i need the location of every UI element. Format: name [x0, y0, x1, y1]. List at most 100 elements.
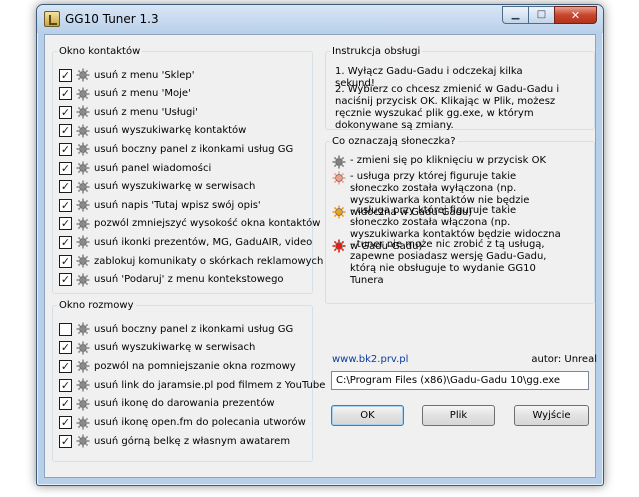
- option-checkbox[interactable]: ✓: [59, 378, 72, 392]
- option-row[interactable]: ✓ usuń wyszukiwarkę w serwisach: [59, 178, 255, 196]
- title-bar[interactable]: GG10 Tuner 1.3 ▁ □ ✕: [37, 5, 603, 33]
- option-label: usuń boczny panel z ikonkami usług GG: [94, 323, 294, 335]
- option-label: usuń boczny panel z ikonkami usług GG: [94, 143, 294, 155]
- sun-legend-item: - tuner nie może nic zrobić z tą usługą,…: [332, 239, 562, 287]
- option-checkbox[interactable]: ✓: [59, 87, 72, 101]
- option-checkbox[interactable]: ✓: [59, 68, 72, 82]
- gray-sun-icon: [76, 254, 90, 268]
- option-checkbox[interactable]: ✓: [59, 180, 72, 194]
- option-label: usuń link do jaramsie.pl pod filmem z Yo…: [94, 379, 326, 391]
- option-row[interactable]: ✓ usuń z menu 'Usługi': [59, 103, 198, 121]
- option-row[interactable]: ✓ zablokuj komunikaty o skórkach reklamow…: [59, 252, 323, 270]
- option-label: usuń z menu 'Usługi': [94, 106, 198, 118]
- window-title: GG10 Tuner 1.3: [65, 12, 159, 26]
- option-checkbox[interactable]: ✓: [59, 161, 72, 175]
- option-checkbox[interactable]: ✓: [59, 198, 72, 212]
- option-checkbox[interactable]: [59, 322, 72, 336]
- option-label: usuń 'Podaruj' z menu kontekstowego: [94, 274, 284, 286]
- red-sun-icon: [332, 239, 346, 253]
- option-label: usuń ikonę do darowania prezentów: [94, 398, 275, 410]
- option-row[interactable]: ✓ usuń boczny panel z ikonkami usług GG: [59, 140, 293, 158]
- instructions-group: Instrukcja obsługi 1. Wyłącz Gadu-Gadu i…: [325, 46, 595, 131]
- gray-sun-icon: [76, 341, 90, 355]
- gray-sun-icon: [76, 273, 90, 287]
- option-row[interactable]: ✓ usuń wyszukiwarkę w serwisach: [59, 339, 255, 357]
- option-checkbox[interactable]: ✓: [59, 217, 72, 231]
- sun-legend-group: Co oznaczają słoneczka? - zmieni się po …: [325, 136, 595, 304]
- gray-sun-icon: [76, 142, 90, 156]
- option-label: usuń ikonę open.fm do polecania utworów: [94, 417, 306, 428]
- gray-sun-icon: [76, 217, 90, 231]
- minimize-button[interactable]: ▁: [502, 6, 528, 24]
- maximize-button[interactable]: □: [528, 6, 554, 24]
- minimize-icon: ▁: [511, 9, 520, 20]
- option-row[interactable]: ✓ pozwól na pomniejszanie okna rozmowy: [59, 357, 296, 375]
- option-checkbox[interactable]: ✓: [59, 434, 72, 448]
- file-button[interactable]: Plik: [422, 405, 495, 426]
- gray-sun-icon: [76, 180, 90, 194]
- option-row[interactable]: ✓ usuń ikonki prezentów, MG, GaduAIR, vid…: [59, 233, 312, 251]
- option-checkbox[interactable]: ✓: [59, 235, 72, 249]
- close-button[interactable]: ✕: [554, 6, 597, 24]
- option-checkbox[interactable]: ✓: [59, 142, 72, 156]
- option-row[interactable]: ✓ usuń górną belkę z własnym awatarem: [59, 432, 290, 450]
- website-link[interactable]: www.bk2.prv.pl: [332, 354, 408, 365]
- sun-legend-text: - zmieni się po kliknięciu w przycisk OK: [350, 155, 547, 166]
- option-checkbox[interactable]: ✓: [59, 341, 72, 355]
- orange-sun-icon: [332, 205, 346, 219]
- option-checkbox[interactable]: ✓: [59, 124, 72, 138]
- gray-sun-icon: [76, 397, 90, 411]
- option-label: usuń wyszukiwarkę w serwisach: [94, 342, 256, 354]
- ok-button[interactable]: OK: [331, 405, 404, 426]
- option-checkbox[interactable]: ✓: [59, 254, 72, 268]
- option-label: pozwól zmniejszyć wysokość okna kontaktó…: [94, 218, 321, 230]
- option-row[interactable]: usuń boczny panel z ikonkami usług GG: [59, 320, 293, 338]
- option-checkbox[interactable]: ✓: [59, 416, 72, 429]
- option-row[interactable]: ✓ usuń 'Podaruj' z menu kontekstowego: [59, 271, 284, 289]
- author-label: autor: Unreal: [531, 354, 597, 365]
- option-label: usuń wyszukiwarkę w serwisach: [94, 181, 256, 193]
- app-icon: [44, 11, 60, 27]
- gray-sun-icon: [76, 434, 90, 448]
- contacts-group-legend: Okno kontaktów: [59, 46, 141, 57]
- option-row[interactable]: ✓ pozwól zmniejszyć wysokość okna kontakt…: [59, 215, 320, 233]
- option-row[interactable]: ✓ usuń link do jaramsie.pl pod filmem z Y…: [59, 376, 325, 394]
- gray-sun-icon: [76, 416, 90, 429]
- option-label: usuń wyszukiwarkę kontaktów: [94, 125, 247, 137]
- sun-legend-title: Co oznaczają słoneczka?: [332, 136, 456, 147]
- gray-sun-icon: [76, 359, 90, 373]
- gray-sun-icon: [332, 155, 346, 169]
- gray-sun-icon: [76, 235, 90, 249]
- gg-exe-path-field[interactable]: C:\Program Files (x86)\Gadu-Gadu 10\gg.e…: [331, 371, 589, 390]
- gray-sun-icon: [76, 198, 90, 212]
- option-row[interactable]: ✓ usuń napis 'Tutaj wpisz swój opis': [59, 196, 261, 214]
- option-label: usuń panel wiadomości: [94, 162, 212, 174]
- option-checkbox[interactable]: ✓: [59, 273, 72, 287]
- instructions-legend: Instrukcja obsługi: [332, 46, 421, 57]
- option-row[interactable]: ✓ usuń ikonę open.fm do polecania utworów: [59, 414, 306, 432]
- gray-sun-icon: [76, 378, 90, 392]
- option-checkbox[interactable]: ✓: [59, 105, 72, 119]
- maximize-icon: □: [536, 9, 547, 20]
- gray-sun-icon: [76, 68, 90, 82]
- option-checkbox[interactable]: ✓: [59, 359, 72, 373]
- option-label: usuń ikonki prezentów, MG, GaduAIR, vide…: [94, 236, 313, 248]
- option-row[interactable]: ✓ usuń z menu 'Moje': [59, 85, 191, 103]
- option-row[interactable]: ✓ usuń wyszukiwarkę kontaktów: [59, 122, 246, 140]
- gray-sun-icon: [76, 124, 90, 138]
- option-row[interactable]: ✓ usuń z menu 'Sklep': [59, 66, 195, 84]
- option-checkbox[interactable]: ✓: [59, 397, 72, 411]
- gray-sun-icon: [76, 105, 90, 119]
- option-row[interactable]: ✓ usuń ikonę do darowania prezentów: [59, 395, 275, 413]
- conversation-group-legend: Okno rozmowy: [59, 300, 134, 311]
- window-controls: ▁ □ ✕: [502, 6, 597, 24]
- exit-button[interactable]: Wyjście: [514, 405, 589, 426]
- option-label: usuń z menu 'Moje': [94, 88, 191, 100]
- contacts-window-group: Okno kontaktów ✓ usuń z menu 'Sklep' ✓ usuń…: [52, 46, 323, 294]
- option-row[interactable]: ✓ usuń panel wiadomości: [59, 159, 211, 177]
- sun-legend-text: - tuner nie może nic zrobić z tą usługą,…: [350, 239, 547, 286]
- conversation-window-group: Okno rozmowy usuń boczny panel z ikonkam…: [52, 300, 325, 462]
- option-label: usuń napis 'Tutaj wpisz swój opis': [94, 199, 261, 211]
- sun-legend-item: - zmieni się po kliknięciu w przycisk OK: [332, 155, 562, 169]
- option-label: usuń górną belkę z własnym awatarem: [94, 435, 291, 447]
